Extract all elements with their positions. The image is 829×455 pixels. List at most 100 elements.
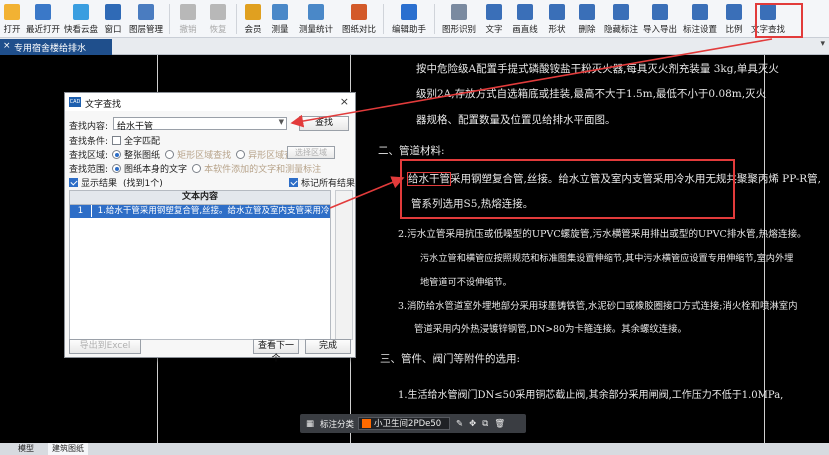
range-added-radio[interactable]	[192, 164, 202, 173]
hide-annotation-icon	[613, 4, 629, 20]
trash-icon[interactable]: 🗑	[494, 419, 505, 429]
toolbar-button-label: 最近打开	[25, 25, 60, 35]
table-row[interactable]: 1 1.给水干管采用钢塑复合管,丝接。给水立管及室内支管采用冷水…	[70, 205, 330, 218]
close-icon[interactable]: ×	[3, 41, 11, 51]
layers-icon	[138, 4, 154, 20]
toolbar-button-text[interactable]: 文字	[480, 0, 508, 38]
cloud-icon	[73, 4, 89, 20]
toolbar-button-hide-annotation[interactable]: 隐藏标注	[602, 0, 640, 38]
toolbar-button-label: 导入导出	[642, 25, 677, 35]
toolbar-button-import-export[interactable]: 导入导出	[640, 0, 680, 38]
tab-model[interactable]: 模型	[14, 443, 38, 455]
toolbar-button-label: 形状	[548, 25, 566, 35]
toolbar-button-shape[interactable]: 形状	[542, 0, 572, 38]
toolbar-button-measure-stats[interactable]: 测量统计	[294, 0, 338, 38]
window-icon	[105, 4, 121, 20]
vip-icon	[245, 4, 261, 20]
toolbar-button-shape-recognize[interactable]: 图形识别	[438, 0, 480, 38]
measure-icon	[272, 4, 288, 20]
toolbar-button-cloud[interactable]: 快看云盘	[62, 0, 100, 38]
area-irregular-radio[interactable]	[236, 150, 246, 159]
toolbar-button-label: 画直线	[512, 25, 538, 35]
toolbar-button-layers[interactable]: 图层管理	[126, 0, 166, 38]
mark-all-checkbox[interactable]	[289, 178, 298, 187]
area-row: 查找区域: 整张图纸 矩形区域查找 异形区域查找	[69, 150, 303, 161]
area-whole-radio[interactable]	[112, 150, 122, 159]
toolbar-button-label: 图形识别	[441, 25, 476, 35]
next-button[interactable]: 查看下一个	[253, 339, 299, 364]
dialog-titlebar[interactable]: CAD 文字查找 ×	[65, 93, 355, 111]
tab-architecture-drawing[interactable]: 建筑图纸	[48, 443, 88, 455]
content-label: 查找内容:	[69, 122, 109, 132]
show-results-checkbox[interactable]	[69, 178, 78, 187]
toolbar-button-folder[interactable]: 打开	[0, 0, 24, 38]
toolbar-button-window[interactable]: 窗口	[100, 0, 126, 38]
scale-icon	[726, 4, 742, 20]
text-search-highlight-box	[755, 3, 803, 38]
edit-icon[interactable]: ✎	[456, 419, 463, 429]
toolbar-button-label: 隐藏标注	[603, 25, 638, 35]
full-match-checkbox[interactable]	[112, 136, 122, 145]
compare-icon	[351, 4, 367, 20]
cad-text-line: 按中危险级A配置手提式磷酸铵盐干粉灭火器,每具灭火剂充装量 3kg,单具灭火	[416, 63, 779, 75]
done-button[interactable]: 完成	[305, 339, 351, 354]
toolbar-button-label: 编辑助手	[391, 25, 426, 35]
toolbar-button-label: 测量	[271, 25, 289, 35]
toolbar-button-label: 窗口	[104, 25, 122, 35]
toolbar-button-label: 撤销	[179, 25, 197, 35]
toolbar-button-label: 快看云盘	[63, 25, 98, 35]
show-results-row: 显示结果 (找到1个)	[69, 176, 163, 189]
area-rect-radio[interactable]	[165, 150, 175, 159]
toolbar-button-annotation-settings[interactable]: 标注设置	[680, 0, 720, 38]
search-button[interactable]: 查找	[299, 116, 349, 131]
select-area-button[interactable]: 选择区域	[287, 146, 335, 159]
move-icon[interactable]: ✥	[469, 419, 476, 429]
annotation-settings-icon	[692, 4, 708, 20]
copy-icon[interactable]: ⧉	[482, 419, 488, 429]
import-export-icon	[652, 4, 668, 20]
export-excel-button[interactable]: 导出到Excel	[69, 339, 141, 354]
cad-text-line: 二、管道材料:	[378, 145, 445, 157]
toolbar-button-vip[interactable]: 会员	[240, 0, 266, 38]
toolbar-button-label: 图纸对比	[341, 25, 376, 35]
toolbar-button-compare[interactable]: 图纸对比	[338, 0, 380, 38]
range-row: 查找范围: 图纸本身的文字 本软件添加的文字和测量标注	[69, 164, 322, 175]
text-search-dialog: CAD 文字查找 × 查找内容: 给水干管 ▼ 查找 查找条件: 全字匹配 查找…	[64, 92, 356, 364]
search-content-input[interactable]: 给水干管 ▼	[113, 117, 287, 132]
toolbar-button-label: 文字	[485, 25, 503, 35]
close-icon[interactable]: ×	[340, 95, 349, 108]
grid-icon[interactable]: ▦	[306, 419, 314, 429]
chevron-down-icon[interactable]: ▼	[279, 118, 284, 126]
toolbar-button-scale[interactable]: 比例	[720, 0, 748, 38]
mark-all-row: 标记所有结果	[289, 176, 355, 189]
tab-list-icon[interactable]: ▾	[820, 39, 825, 49]
recent-icon	[35, 4, 51, 20]
found-count: (找到1个)	[123, 179, 163, 189]
toolbar-button-edit-assistant[interactable]: 编辑助手	[387, 0, 431, 38]
cad-text-line: 级别2A,存放方式自选箱底或挂装,最高不大于1.5m,最低不小于0.08m,灭火	[416, 88, 767, 100]
toolbar-button-redo[interactable]: 恢复	[203, 0, 233, 38]
toolbar-button-line[interactable]: 画直线	[508, 0, 542, 38]
folder-icon	[4, 4, 20, 20]
document-tab-strip: × 专用宿舍楼给排水 ▾	[0, 38, 829, 55]
range-drawing-radio[interactable]	[112, 164, 122, 173]
toolbar-separator	[434, 4, 435, 34]
app-logo-icon: CAD	[69, 97, 81, 107]
found-result-red-box	[400, 159, 735, 219]
edit-assistant-icon	[401, 4, 417, 20]
document-tab-label: 专用宿舍楼给排水	[14, 44, 87, 54]
toolbar-button-delete[interactable]: 删除	[572, 0, 602, 38]
results-scrollbar[interactable]	[335, 190, 353, 340]
document-tab[interactable]: × 专用宿舍楼给排水	[0, 39, 112, 55]
annotation-category-select[interactable]: 小卫生间2PDe50	[358, 417, 451, 430]
cad-text-line: 管道采用内外热浸镀锌钢管,DN>80为卡箍连接。其余螺纹连接。	[414, 324, 687, 335]
drawing-border-line	[764, 55, 765, 443]
toolbar-button-measure[interactable]: 测量	[266, 0, 294, 38]
toolbar-button-recent[interactable]: 最近打开	[24, 0, 62, 38]
cad-text-line: 3.消防给水管道室外埋地部分采用球墨铸铁管,水泥砂口或橡胶圈接口方式连接;消火栓…	[398, 301, 798, 312]
category-color-chip	[362, 419, 372, 428]
measure-stats-icon	[308, 4, 324, 20]
toolbar-button-undo[interactable]: 撤销	[173, 0, 203, 38]
toolbar-button-label: 标注设置	[682, 25, 717, 35]
main-toolbar: 打开 最近打开 快看云盘 窗口 图层管理 撤销 恢复 会员 测量 测量统计 图纸对比 编辑助手 图形识别…	[0, 0, 829, 38]
